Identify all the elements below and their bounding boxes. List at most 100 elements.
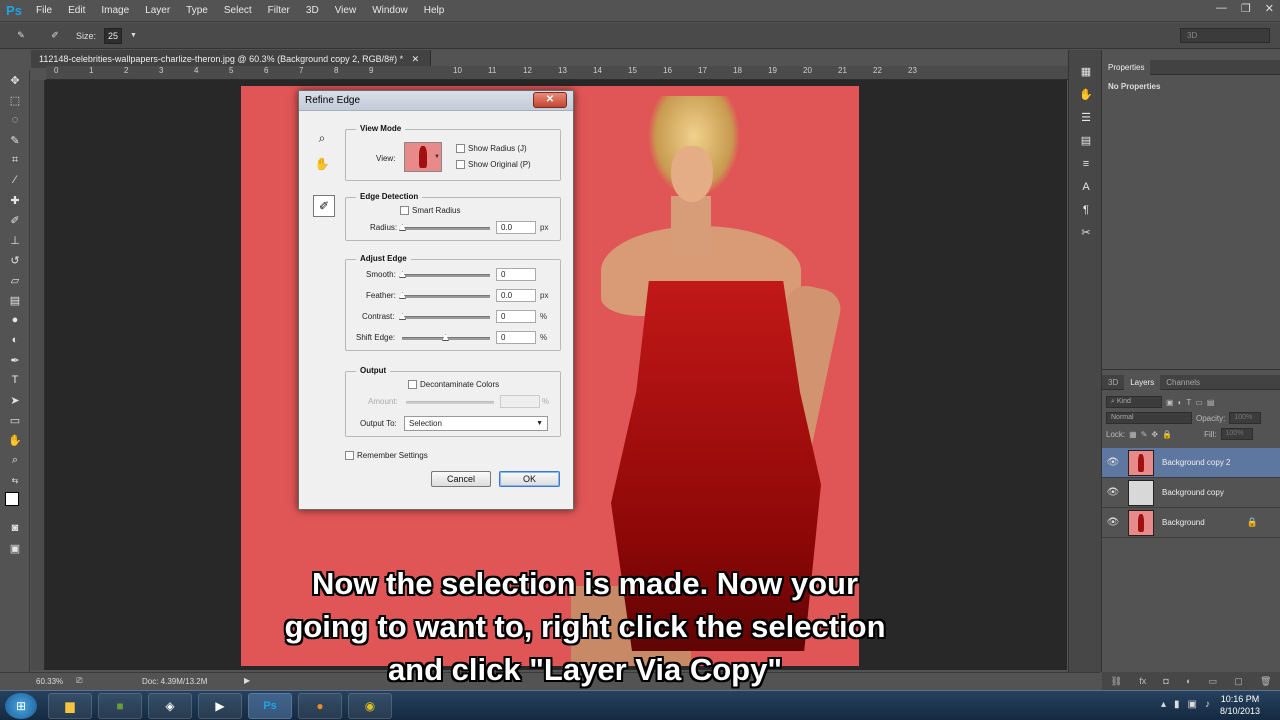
show-hidden-icons-icon[interactable]: ▴ (1161, 699, 1166, 710)
swap-colors-icon[interactable]: ⇆ (0, 470, 30, 490)
contrast-slider-thumb[interactable] (399, 313, 406, 320)
menu-file[interactable]: File (28, 0, 60, 22)
smooth-slider[interactable] (399, 271, 490, 278)
show-radius-checkbox[interactable] (456, 144, 465, 153)
minecraft-taskbar-button[interactable]: ■ (98, 693, 142, 719)
filter-pixel-icon[interactable]: ▣ (1166, 398, 1174, 407)
clock[interactable]: 10:16 PM 8/10/2013 (1220, 693, 1260, 717)
photoshop-taskbar-button[interactable]: Ps (248, 693, 292, 719)
folder-icon[interactable]: ▭ (1209, 676, 1218, 687)
menu-image[interactable]: Image (93, 0, 137, 22)
shift-edge-input[interactable]: 0 (496, 331, 536, 344)
quick-mask-icon[interactable]: ◙ (0, 518, 30, 538)
refine-radius-tool-icon[interactable]: ✐ (313, 195, 335, 217)
filter-smart-icon[interactable]: ▤ (1207, 398, 1215, 407)
eye-icon[interactable]: 👁 (1102, 487, 1124, 498)
signal-icon[interactable]: ▮ (1174, 699, 1180, 710)
lock-all-icon[interactable]: 🔒 (1162, 430, 1172, 439)
filter-shape-icon[interactable]: ▭ (1195, 398, 1203, 407)
workspace-select[interactable]: 3D (1180, 28, 1270, 43)
feather-input[interactable]: 0.0 (496, 289, 536, 302)
zoom-level[interactable]: 60.33% (36, 677, 63, 686)
smart-radius-checkbox[interactable] (400, 206, 409, 215)
blend-mode-select[interactable]: Normal (1106, 412, 1192, 424)
cancel-button[interactable]: Cancel (431, 471, 491, 487)
radius-input[interactable]: 0.0 (496, 221, 536, 234)
pen-icon[interactable]: ✒ (0, 350, 30, 370)
menu-view[interactable]: View (327, 0, 365, 22)
trash-icon[interactable]: 🗑 (1260, 676, 1271, 687)
volume-icon[interactable]: ♪ (1205, 699, 1210, 710)
chevron-down-icon[interactable]: ▼ (434, 154, 440, 160)
network-icon[interactable]: ▣ (1188, 699, 1197, 710)
lock-pixels-icon[interactable]: ✎ (1141, 430, 1148, 439)
tool-presets-icon[interactable]: ▤ (1069, 129, 1103, 152)
lock-position-icon[interactable]: ✥ (1151, 430, 1158, 439)
app-taskbar-button[interactable]: ◈ (148, 693, 192, 719)
show-original-checkbox[interactable] (456, 160, 465, 169)
brush-preset-icon[interactable]: ✋ (1069, 83, 1103, 106)
history-icon[interactable]: ▦ (1069, 60, 1103, 83)
brush-icon[interactable]: ✐ (0, 210, 30, 230)
tab-3d[interactable]: 3D (1102, 375, 1124, 390)
adjustment-icon[interactable]: ◐ (1186, 676, 1191, 686)
zoom-icon[interactable]: ⌕ (0, 450, 30, 470)
media-player-taskbar-button[interactable]: ▶ (198, 693, 242, 719)
paragraph-icon[interactable]: ¶ (1069, 198, 1103, 221)
new-selection-mode[interactable]: ✐ (42, 26, 68, 46)
lasso-icon[interactable]: ◌ (0, 110, 30, 130)
layer-row[interactable]: 👁 Background 🔒 (1102, 508, 1280, 538)
menu-type[interactable]: Type (178, 0, 216, 22)
layer-row[interactable]: 👁 Background copy (1102, 478, 1280, 508)
firefox-taskbar-button[interactable]: ● (298, 693, 342, 719)
restore-icon[interactable]: ❐ (1241, 2, 1251, 15)
dodge-icon[interactable]: ◐ (0, 330, 30, 350)
eyedropper-icon[interactable]: ⁄ (0, 170, 30, 190)
color-swatches[interactable] (0, 490, 29, 518)
chrome-taskbar-button[interactable]: ◉ (348, 693, 392, 719)
quick-selection-icon[interactable]: ✎ (0, 130, 30, 150)
styles-icon[interactable]: ≡ (1069, 152, 1103, 175)
close-icon[interactable]: ✕ (1265, 2, 1274, 15)
eye-icon[interactable]: 👁 (1102, 517, 1124, 528)
close-tab-icon[interactable]: ✕ (412, 54, 420, 64)
smooth-input[interactable]: 0 (496, 268, 536, 281)
layer-row[interactable]: 👁 Background copy 2 (1102, 448, 1280, 478)
gradient-icon[interactable]: ▤ (0, 290, 30, 310)
explorer-taskbar-button[interactable]: ▆ (48, 693, 92, 719)
menu-window[interactable]: Window (364, 0, 416, 22)
chevron-down-icon[interactable]: ▼ (130, 32, 137, 39)
healing-icon[interactable]: ✚ (0, 190, 30, 210)
crop-icon[interactable]: ⌗ (0, 150, 30, 170)
start-button[interactable]: ⊞ (5, 693, 37, 719)
dialog-close-button[interactable]: ✕ (533, 92, 567, 108)
menu-layer[interactable]: Layer (137, 0, 178, 22)
path-selection-icon[interactable]: ➤ (0, 390, 30, 410)
history-brush-icon[interactable]: ↺ (0, 250, 30, 270)
eye-icon[interactable]: 👁 (1102, 457, 1124, 468)
remember-settings-checkbox[interactable] (345, 451, 354, 460)
fx-icon[interactable]: fx (1139, 676, 1146, 686)
hand-icon[interactable]: ✋ (0, 430, 30, 450)
marquee-icon[interactable]: ⬚ (0, 90, 30, 110)
contrast-input[interactable]: 0 (496, 310, 536, 323)
menu-3d[interactable]: 3D (298, 0, 327, 22)
opacity-input[interactable]: 100% (1229, 412, 1262, 424)
mask-icon[interactable]: ◘ (1163, 676, 1168, 686)
radius-slider-thumb[interactable] (399, 224, 406, 231)
kind-filter-select[interactable]: ⌕ Kind (1106, 396, 1162, 408)
feather-slider[interactable] (399, 292, 490, 299)
foreground-color[interactable] (5, 492, 19, 506)
screen-mode-icon[interactable]: ▣ (0, 538, 30, 558)
fill-input[interactable]: 100% (1220, 428, 1253, 440)
menu-edit[interactable]: Edit (60, 0, 93, 22)
shape-icon[interactable]: ▭ (0, 410, 30, 430)
menu-help[interactable]: Help (416, 0, 453, 22)
shift-edge-slider-thumb[interactable] (442, 334, 449, 341)
zoom-icon[interactable]: ⌕ (311, 127, 333, 149)
link-icon[interactable]: ⛓ (1111, 676, 1122, 687)
ok-button[interactable]: OK (499, 471, 560, 487)
eraser-icon[interactable]: ▱ (0, 270, 30, 290)
tool-preset-picker[interactable]: ✎ (8, 26, 34, 46)
adjustments-icon[interactable]: ☰ (1069, 106, 1103, 129)
